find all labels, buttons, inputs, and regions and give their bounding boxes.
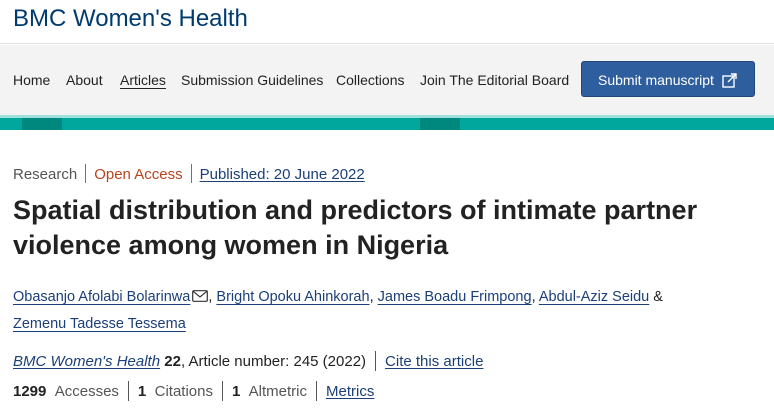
citation-line: BMC Women's Health 22, Article number: 2… (13, 351, 483, 371)
author-link[interactable]: Abdul-Aziz Seidu (539, 289, 649, 305)
envelope-icon[interactable] (192, 290, 209, 302)
altmetric-count: 1 (231, 383, 241, 400)
article-title: Spatial distribution and predictors of i… (13, 195, 698, 260)
submit-manuscript-label: Submit manuscript (598, 72, 714, 88)
published-date-link[interactable]: Published: 20 June 2022 (200, 166, 365, 183)
citation-volume: 22 (164, 353, 181, 370)
article-metrics: 1299 Accesses 1 Citations 1 Altmetric Metri… (13, 381, 374, 401)
main-nav: Home About Articles Submission Guideline… (0, 45, 774, 115)
metrics-link[interactable]: Metrics (326, 383, 374, 400)
cite-this-article-link[interactable]: Cite this article (385, 353, 483, 370)
citation-divider (375, 351, 377, 371)
external-link-icon (722, 73, 737, 88)
journal-title-link[interactable]: BMC Women's Health (13, 5, 248, 33)
accesses-label: Accesses (54, 383, 119, 400)
open-access-label: Open Access (94, 166, 183, 183)
nav-item-articles[interactable]: Articles (120, 72, 166, 88)
author-link[interactable]: Obasanjo Afolabi Bolarinwa (13, 289, 190, 305)
teal-band-notch (420, 118, 460, 130)
nav-item-about[interactable]: About (66, 72, 103, 88)
teal-band-notch (22, 118, 62, 130)
author-link[interactable]: Zemenu Tadesse Tessema (13, 316, 186, 332)
altmetric-label: Altmetric (248, 383, 307, 400)
author-link[interactable]: Bright Opoku Ahinkorah (216, 289, 369, 305)
nav-item-home[interactable]: Home (13, 72, 50, 88)
accesses-count: 1299 (13, 383, 47, 400)
nav-item-submission-guidelines[interactable]: Submission Guidelines (181, 72, 323, 88)
metrics-divider (127, 381, 129, 401)
author-list: Obasanjo Afolabi Bolarinwa, Bright Opoku… (13, 289, 663, 332)
meta-divider (85, 164, 87, 183)
article-meta: Research Open Access Published: 20 June 20… (13, 164, 365, 183)
author-link[interactable]: James Boadu Frimpong (378, 289, 532, 305)
metrics-divider (221, 381, 223, 401)
article-type: Research (13, 166, 78, 183)
teal-band-highlight (0, 115, 774, 118)
journal-header: BMC Women's Health (0, 0, 774, 44)
nav-item-collections[interactable]: Collections (336, 72, 404, 88)
citations-count: 1 (137, 383, 147, 400)
citations-label: Citations (154, 383, 213, 400)
citation-journal-link[interactable]: BMC Women's Health (13, 353, 160, 370)
decorative-teal-band (0, 115, 774, 130)
submit-manuscript-button[interactable]: Submit manuscript (581, 61, 755, 97)
citation-details: , Article number: 245 (2022) (180, 353, 367, 370)
metrics-divider (316, 381, 317, 401)
nav-item-editorial-board[interactable]: Join The Editorial Board (420, 72, 569, 88)
meta-divider (190, 164, 192, 183)
